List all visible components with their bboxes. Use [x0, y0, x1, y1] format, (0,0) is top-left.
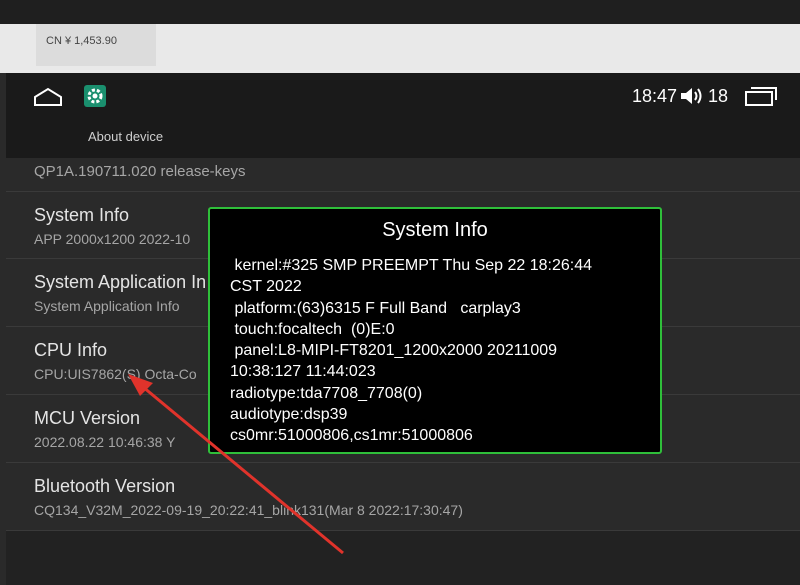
- volume-level: 18: [708, 86, 729, 106]
- list-item-title: Bluetooth Version: [34, 476, 176, 496]
- settings-gear-icon[interactable]: [84, 85, 106, 107]
- list-item-build[interactable]: QP1A.190711.020 release-keys: [6, 158, 800, 192]
- list-item-subtitle: APP 2000x1200 2022-10: [34, 231, 191, 247]
- list-item-bluetooth-version[interactable]: Bluetooth Version CQ134_V32M_2022-09-19_…: [6, 463, 800, 531]
- list-item-title: CPU Info: [34, 340, 108, 360]
- list-item-subtitle: QP1A.190711.020 release-keys: [34, 163, 246, 180]
- home-icon[interactable]: [32, 87, 64, 107]
- dialog-line: panel:L8-MIPI-FT8201_1200x2000 20211009: [230, 342, 558, 360]
- background-band: [0, 0, 800, 24]
- list-item-subtitle: 2022.08.22 10:46:38 Y: [34, 434, 176, 450]
- list-item-title: System Application In: [34, 272, 207, 292]
- list-item-title: System Info: [34, 205, 130, 225]
- list-item-title: MCU Version: [34, 408, 141, 428]
- dialog-line: platform:(63)6315 F Full Band carplay3: [230, 299, 521, 317]
- system-info-dialog[interactable]: System Info kernel:#325 SMP PREEMPT Thu …: [208, 207, 662, 454]
- status-bar: 18:47 18 About device: [6, 73, 800, 158]
- volume-icon[interactable]: [679, 86, 703, 106]
- dialog-line: touch:focaltech (0)E:0: [230, 320, 395, 338]
- dialog-line: 10:38:127 11:44:023: [230, 363, 376, 381]
- list-item-subtitle: CQ134_V32M_2022-09-19_20:22:41_blink131(…: [34, 502, 463, 518]
- price-text: CN ¥ 1,453.90: [46, 35, 117, 47]
- clock: 18:47: [632, 86, 678, 106]
- recent-apps-icon[interactable]: [744, 85, 778, 107]
- background-webpage: CN ¥ 1,453.90: [0, 0, 800, 73]
- dialog-line: CST 2022: [230, 278, 302, 296]
- list-item-subtitle: CPU:UIS7862(S) Octa-Co: [34, 366, 197, 382]
- dialog-title: System Info: [382, 219, 488, 241]
- dialog-line: cs0mr:51000806,cs1mr:51000806: [230, 427, 473, 445]
- dialog-line: radiotype:tda7708_7708(0): [230, 384, 423, 402]
- dialog-line: kernel:#325 SMP PREEMPT Thu Sep 22 18:26…: [230, 257, 592, 274]
- list-item-subtitle: System Application Info: [34, 298, 180, 314]
- page-title: About device: [88, 129, 164, 144]
- dialog-body: kernel:#325 SMP PREEMPT Thu Sep 22 18:26…: [230, 255, 650, 447]
- dialog-line: audiotype:dsp39: [230, 406, 348, 424]
